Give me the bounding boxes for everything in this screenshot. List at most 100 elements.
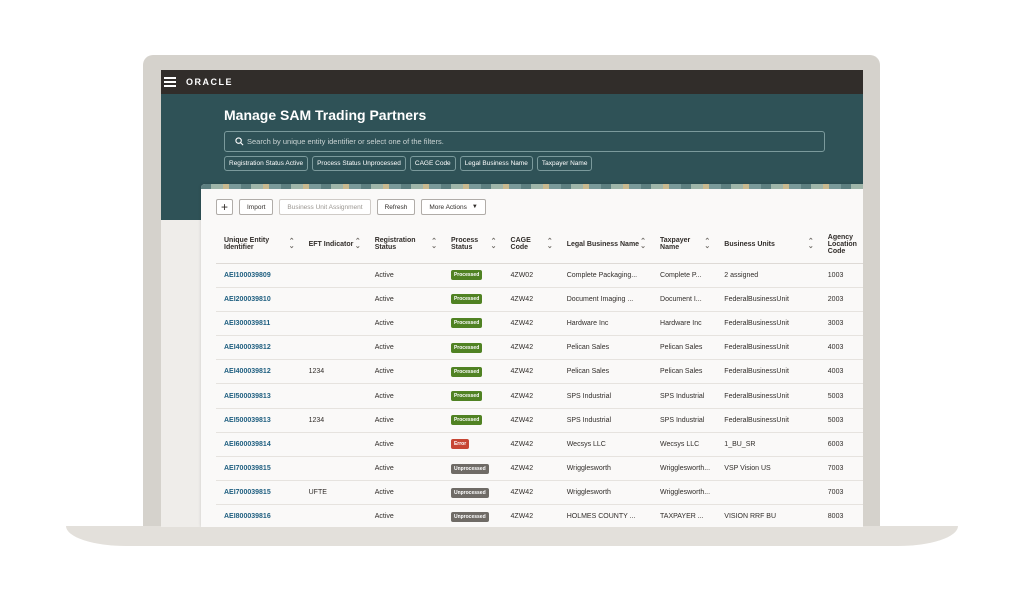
column-header-label: Registration Status bbox=[374, 237, 416, 252]
filter-chip-taxpayer-name[interactable]: Taxpayer Name bbox=[536, 156, 593, 171]
business-units-cell bbox=[716, 480, 820, 506]
column-header-wrap: Unique Entity Identifier ⌃ ⌄ bbox=[224, 237, 301, 251]
unique-entity-identifier-cell[interactable]: AEI500039813 bbox=[216, 383, 301, 409]
cage-code-cell: 4ZW42 bbox=[502, 480, 559, 506]
laptop-base bbox=[66, 526, 958, 546]
add-button[interactable]: + bbox=[216, 199, 233, 215]
unique-entity-identifier-cell[interactable]: AEI300039811 bbox=[216, 311, 301, 337]
sort-icon[interactable]: ⌃ ⌄ bbox=[491, 238, 497, 250]
status-badge: Error bbox=[450, 439, 470, 450]
legal-business-name-cell: Document Imaging ... bbox=[558, 287, 653, 312]
column-header[interactable]: EFT Indicator ⌃ ⌄ bbox=[300, 226, 367, 264]
sort-icon[interactable]: ⌃ ⌄ bbox=[640, 238, 646, 250]
filter-chip-registration-status[interactable]: Registration Status Active bbox=[224, 156, 309, 171]
unique-entity-identifier-cell[interactable]: AEI700039815 bbox=[216, 480, 301, 506]
agency-location-code-cell: 2003 bbox=[819, 287, 863, 312]
process-status-cell: Processed bbox=[442, 383, 503, 409]
column-header[interactable]: Process Status ⌃ ⌄ bbox=[442, 226, 503, 264]
business-units-cell: VSP Vision US bbox=[716, 456, 820, 482]
table-row[interactable]: AEI500039813 Active Processed 4ZW42 SPS Indu… bbox=[216, 383, 863, 409]
unique-entity-identifier-cell[interactable]: AEI100039809 bbox=[216, 263, 301, 288]
column-header[interactable]: CAGE Code ⌃ ⌄ bbox=[502, 226, 559, 264]
taxpayer-name-cell: Wrigglesworth... bbox=[652, 480, 717, 506]
column-header[interactable]: Business Units ⌃ ⌄ bbox=[716, 226, 820, 264]
legal-business-name-cell: SPS Industrial bbox=[558, 408, 653, 433]
agency-location-code-cell: 1003 bbox=[819, 263, 863, 288]
table-row[interactable]: AEI600039814 Active Error 4ZW42 Wecsys LLC We… bbox=[216, 432, 863, 458]
column-header[interactable]: Legal Business Name ⌃ ⌄ bbox=[558, 226, 653, 264]
business-units-cell: 2 assigned bbox=[716, 263, 820, 288]
column-header: Agency Location Code bbox=[819, 226, 863, 264]
process-status-cell: Processed bbox=[442, 263, 503, 288]
table-row[interactable]: AEI400039812 Active Processed 4ZW42 Pelican … bbox=[216, 335, 863, 361]
table-row[interactable]: AEI100039809 Active Processed 4ZW02 Complete… bbox=[216, 263, 863, 288]
business-unit-assignment-button[interactable]: Business Unit Assignment bbox=[279, 199, 371, 215]
registration-status-cell: Active bbox=[366, 287, 443, 312]
filter-chip-legal-business-name[interactable]: Legal Business Name bbox=[459, 156, 533, 171]
import-button[interactable]: Import bbox=[239, 199, 274, 215]
more-actions-button[interactable]: More Actions ▼ bbox=[421, 199, 486, 215]
legal-business-name-cell: Pelican Sales bbox=[558, 335, 653, 361]
table-row[interactable]: AEI700039815 Active Unprocessed 4ZW42 Wriggl… bbox=[216, 456, 863, 482]
sort-icon[interactable]: ⌃ ⌄ bbox=[289, 238, 295, 250]
sort-icon[interactable]: ⌃ ⌄ bbox=[704, 238, 710, 250]
eft-indicator-cell: 1234 bbox=[300, 408, 367, 433]
column-header-label: Process Status bbox=[450, 237, 479, 252]
status-badge: Processed bbox=[450, 270, 483, 281]
column-header[interactable]: Taxpayer Name ⌃ ⌄ bbox=[652, 226, 717, 264]
table-row[interactable]: AEI700039815 UFTE Active Unprocessed 4ZW42 Wr… bbox=[216, 480, 863, 506]
taxpayer-name-cell: Hardware Inc bbox=[652, 311, 717, 337]
business-units-cell: 1_BU_SR bbox=[716, 432, 820, 458]
cage-code-cell: 4ZW42 bbox=[502, 359, 559, 385]
unique-entity-identifier-cell[interactable]: AEI800039816 bbox=[216, 504, 301, 527]
table-row[interactable]: AEI400039812 1234 Active Processed 4ZW42 Peli… bbox=[216, 359, 863, 385]
process-status-cell: Unprocessed bbox=[442, 456, 503, 482]
unique-entity-identifier-cell[interactable]: AEI500039813 bbox=[216, 408, 301, 433]
column-header-label: Business Units bbox=[724, 240, 775, 248]
unique-entity-identifier-cell[interactable]: AEI400039812 bbox=[216, 359, 301, 385]
eft-indicator-cell bbox=[300, 456, 367, 482]
filter-chips: Registration Status Active Process Statu… bbox=[224, 156, 593, 171]
column-header-wrap: EFT Indicator ⌃ ⌄ bbox=[309, 238, 367, 250]
sort-icon[interactable]: ⌃ ⌄ bbox=[808, 238, 814, 250]
legal-business-name-cell: HOLMES COUNTY ... bbox=[558, 504, 653, 527]
business-units-cell: FederalBusinessUnit bbox=[716, 359, 820, 385]
column-header-label: CAGE Code bbox=[510, 237, 531, 252]
status-badge: Processed bbox=[450, 294, 483, 305]
legal-business-name-cell: Hardware Inc bbox=[558, 311, 653, 337]
registration-status-cell: Active bbox=[366, 311, 443, 337]
sort-icon[interactable]: ⌃ ⌄ bbox=[431, 238, 437, 250]
more-actions-label: More Actions bbox=[429, 203, 467, 211]
refresh-button[interactable]: Refresh bbox=[376, 199, 416, 215]
cage-code-cell: 4ZW02 bbox=[502, 263, 559, 288]
table-row[interactable]: AEI800039816 Active Unprocessed 4ZW42 HOLMES… bbox=[216, 504, 863, 527]
agency-location-code-cell: 5003 bbox=[819, 383, 863, 409]
unique-entity-identifier-cell[interactable]: AEI200039810 bbox=[216, 287, 301, 312]
agency-location-code-cell: 5003 bbox=[819, 408, 863, 433]
cage-code-cell: 4ZW42 bbox=[502, 287, 559, 312]
column-header-label: Legal Business Name bbox=[566, 240, 640, 248]
column-header-wrap: CAGE Code ⌃ ⌄ bbox=[511, 237, 559, 251]
legal-business-name-cell: Wrigglesworth bbox=[558, 480, 653, 506]
table-row[interactable]: AEI300039811 Active Processed 4ZW42 Hardware… bbox=[216, 311, 863, 337]
unique-entity-identifier-cell[interactable]: AEI600039814 bbox=[216, 432, 301, 458]
cage-code-cell: 4ZW42 bbox=[502, 432, 559, 458]
column-header[interactable]: Registration Status ⌃ ⌄ bbox=[366, 226, 443, 264]
global-header: ORACLE bbox=[161, 70, 863, 94]
column-header[interactable]: Unique Entity Identifier ⌃ ⌄ bbox=[216, 226, 301, 264]
unique-entity-identifier-cell[interactable]: AEI700039815 bbox=[216, 456, 301, 482]
business-units-cell: FederalBusinessUnit bbox=[716, 335, 820, 361]
table-row[interactable]: AEI500039813 1234 Active Processed 4ZW42 SPS … bbox=[216, 408, 863, 433]
registration-status-cell: Active bbox=[366, 432, 443, 458]
caret-down-icon: ▼ bbox=[471, 204, 478, 210]
unique-entity-identifier-cell[interactable]: AEI400039812 bbox=[216, 335, 301, 361]
table-row[interactable]: AEI200039810 Active Processed 4ZW42 Document… bbox=[216, 287, 863, 312]
sort-icon[interactable]: ⌃ ⌄ bbox=[355, 238, 361, 250]
results-panel: + Import Business Unit Assignment Refres… bbox=[201, 184, 863, 527]
search-input[interactable] bbox=[247, 137, 824, 146]
filter-chip-process-status[interactable]: Process Status Unprocessed bbox=[312, 156, 406, 171]
filter-chip-cage-code[interactable]: CAGE Code bbox=[409, 156, 456, 171]
business-units-cell: FederalBusinessUnit bbox=[716, 383, 820, 409]
sort-icon[interactable]: ⌃ ⌄ bbox=[547, 238, 553, 250]
hamburger-menu-icon[interactable] bbox=[164, 77, 176, 87]
